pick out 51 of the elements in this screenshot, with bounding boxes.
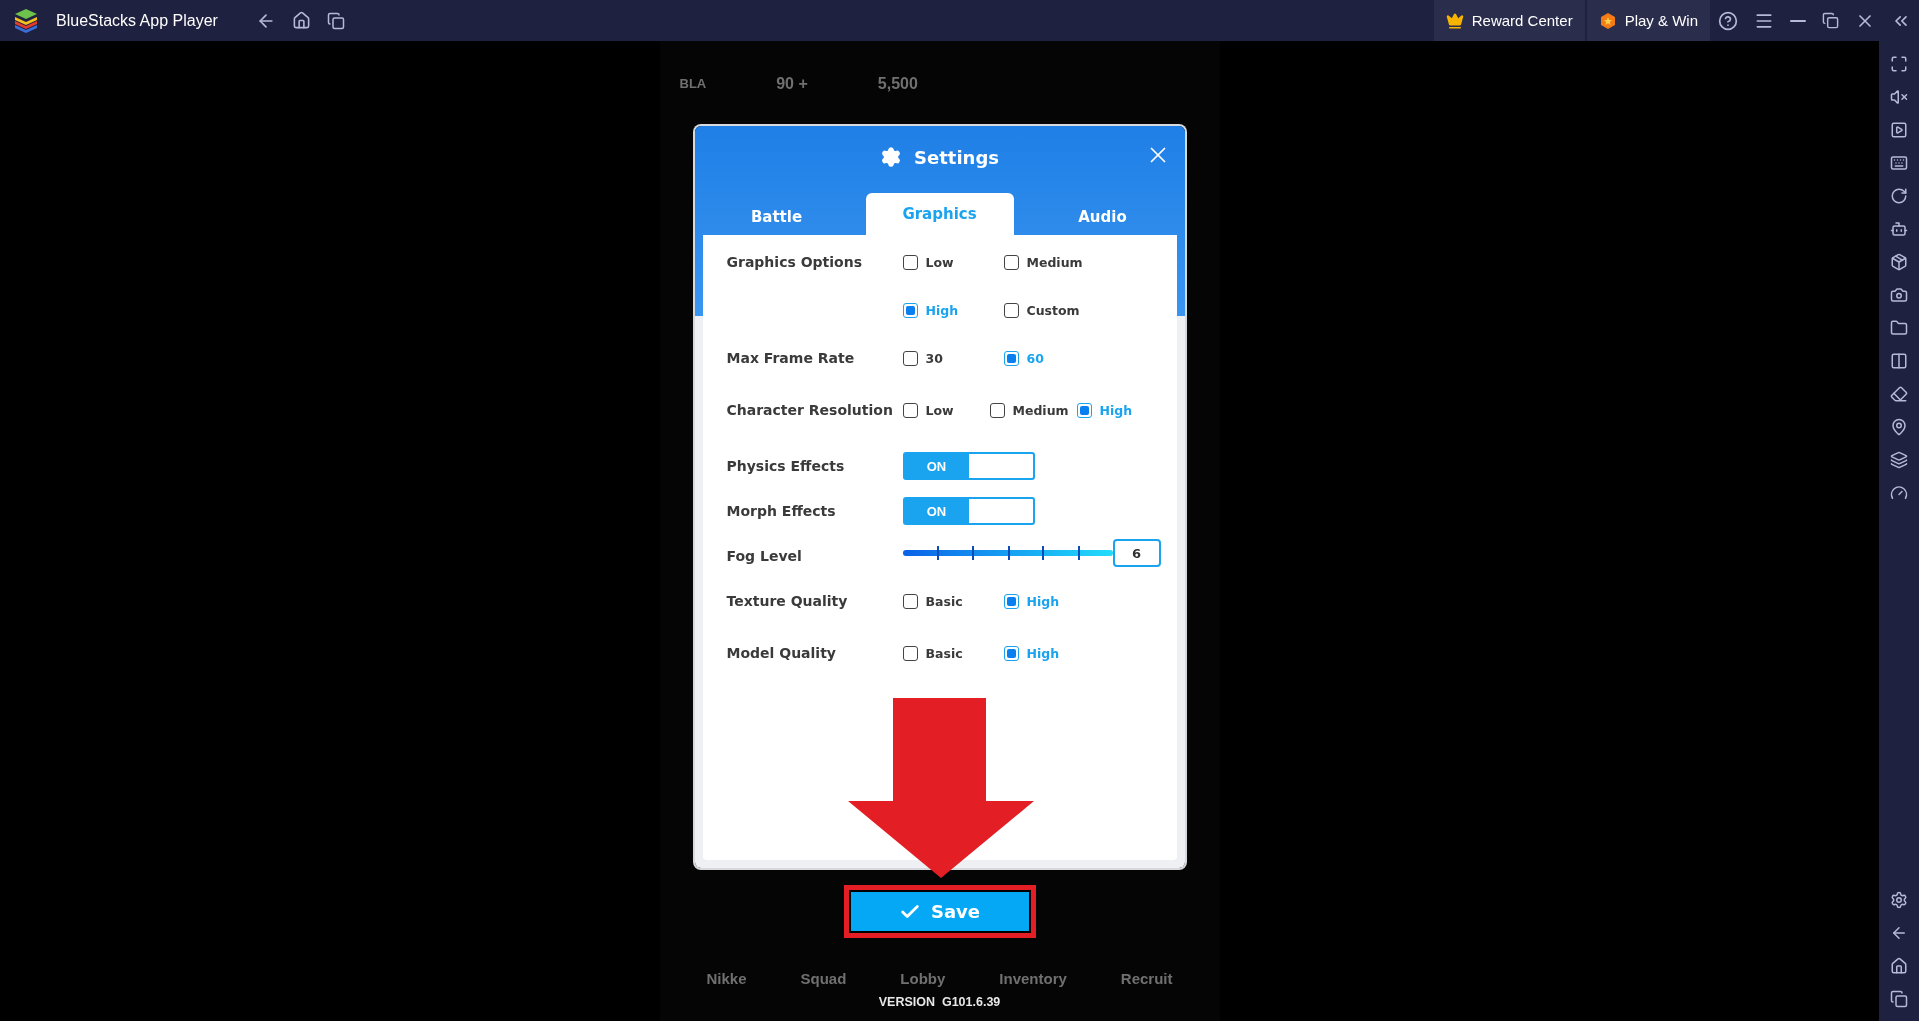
option-checkbox[interactable]: 30 bbox=[902, 347, 1004, 369]
option-checkbox[interactable]: Medium bbox=[1003, 251, 1105, 273]
slider-fill[interactable] bbox=[902, 550, 1113, 556]
setting-label: Graphics Options bbox=[726, 253, 863, 272]
option-checkbox[interactable]: Custom bbox=[1003, 299, 1105, 321]
nav-label[interactable]: Nikke bbox=[706, 970, 747, 987]
restore-icon bbox=[1822, 12, 1839, 29]
home-icon bbox=[291, 11, 311, 30]
setting-label: Morph Effects bbox=[726, 502, 837, 521]
settings-icon bbox=[880, 146, 902, 168]
hud-counter: 5,500 bbox=[877, 74, 918, 93]
recent-apps-icon bbox=[326, 11, 345, 30]
nav-label[interactable]: Squad bbox=[800, 970, 847, 987]
option-checkbox[interactable]: High bbox=[1076, 399, 1164, 421]
option-checkbox[interactable]: 60 bbox=[1003, 347, 1105, 369]
option-checkbox[interactable]: High bbox=[1003, 590, 1105, 612]
option-checkbox[interactable]: High bbox=[1003, 642, 1105, 664]
save-button[interactable]: Save bbox=[843, 885, 1036, 938]
option-checkbox[interactable]: Low bbox=[902, 399, 990, 421]
toggle-switch[interactable]: ON bbox=[902, 497, 1035, 525]
toggle-switch[interactable]: ON bbox=[902, 452, 1035, 480]
option-checkbox[interactable]: High bbox=[902, 299, 1004, 321]
star-icon bbox=[1598, 11, 1617, 30]
help-icon bbox=[1718, 10, 1738, 31]
settings-tab[interactable]: Audio bbox=[1028, 199, 1177, 235]
player-tag: BLA bbox=[679, 76, 707, 91]
play-win-button[interactable]: Play & Win bbox=[1586, 0, 1710, 41]
settings-tab[interactable]: Graphics bbox=[865, 193, 1014, 235]
setting-label: Character Resolution bbox=[726, 401, 894, 420]
minimize-icon bbox=[1790, 19, 1806, 22]
setting-label: Physics Effects bbox=[726, 457, 846, 476]
option-checkbox[interactable]: Basic bbox=[902, 590, 1004, 612]
option-checkbox[interactable]: Basic bbox=[902, 642, 1004, 664]
reward-center-button[interactable]: Reward Center bbox=[1433, 0, 1585, 41]
app-title: BlueStacks App Player bbox=[56, 11, 218, 30]
crown-icon bbox=[1445, 11, 1464, 30]
hud-counter: 90 + bbox=[776, 74, 808, 93]
option-checkbox[interactable]: Low bbox=[902, 251, 1004, 273]
setting-label: Fog Level bbox=[726, 547, 803, 566]
nav-label[interactable]: Inventory bbox=[999, 970, 1067, 987]
setting-label: Texture Quality bbox=[726, 592, 849, 611]
app-logo bbox=[12, 6, 40, 35]
nav-label[interactable]: Lobby bbox=[900, 970, 946, 987]
dialog-title: Settings bbox=[914, 146, 999, 168]
nav-label[interactable]: Recruit bbox=[1120, 970, 1173, 987]
value-field[interactable]: 6 bbox=[1112, 539, 1161, 567]
option-checkbox[interactable]: Medium bbox=[989, 399, 1077, 421]
settings-tab[interactable]: Battle bbox=[702, 199, 851, 235]
setting-label: Max Frame Rate bbox=[726, 349, 856, 368]
setting-label: Model Quality bbox=[726, 644, 837, 663]
version-text: VERSION G101.6.39 bbox=[878, 995, 1001, 1009]
